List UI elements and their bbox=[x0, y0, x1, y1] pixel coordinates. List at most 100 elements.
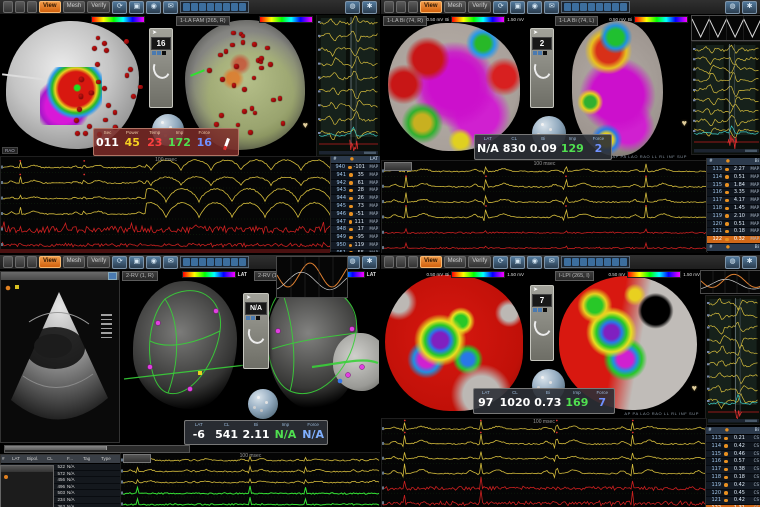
snapshot-icon[interactable]: ◉ bbox=[146, 1, 161, 14]
egm-review-panel[interactable] bbox=[705, 295, 760, 425]
point-row[interactable]: 1163.35MAP bbox=[707, 189, 760, 197]
settings-icon[interactable]: ✱ bbox=[742, 256, 757, 269]
point-row[interactable]: 94426MAP bbox=[331, 195, 380, 203]
bipolar-colorbar[interactable]: 0.50 mV Bi bbox=[609, 16, 688, 23]
bipolar-colorbar[interactable]: 0.50 mV 1.50 mV bbox=[608, 271, 700, 278]
point-row[interactable]: 1132.27MAP bbox=[707, 166, 760, 174]
toolbar-mini-button[interactable] bbox=[3, 1, 13, 13]
realtime-signals-panel[interactable]: 100 msec bbox=[120, 452, 380, 507]
point-row[interactable]: 1181.45MAP bbox=[707, 205, 760, 213]
egm-review-panel[interactable] bbox=[316, 14, 380, 157]
toolbar-mini-button[interactable] bbox=[384, 1, 394, 13]
point-row[interactable]: 94573MAP bbox=[331, 203, 380, 211]
egm-review-panel[interactable] bbox=[691, 41, 760, 155]
tool-window-titlebar[interactable] bbox=[1, 466, 53, 472]
point-row[interactable]: 1170.38CS bbox=[706, 466, 760, 474]
connect-icon[interactable]: ◍ bbox=[345, 1, 360, 14]
orientation-buttons[interactable]: AP PA LAO RAO LL RL INF SUP bbox=[612, 154, 687, 159]
point-row[interactable]: 1210.18MAP bbox=[707, 228, 760, 236]
toolbar-mini-button[interactable] bbox=[3, 256, 13, 268]
map-selector[interactable]: 2-RV (1, R) bbox=[122, 271, 158, 281]
realtime-signals-panel[interactable]: 100 msec bbox=[381, 160, 708, 253]
annotation-segment-control[interactable] bbox=[561, 256, 630, 268]
point-row[interactable]: 1190.42CS bbox=[706, 482, 760, 490]
point-row[interactable]: 1130.21CS bbox=[706, 435, 760, 443]
point-row[interactable]: 1210.42CS bbox=[706, 497, 760, 505]
verify-button[interactable]: Verify bbox=[468, 256, 491, 268]
point-row[interactable]: 1140.51MAP bbox=[707, 174, 760, 182]
toolbar-mini-button[interactable] bbox=[396, 256, 406, 268]
view-mode-button[interactable]: View bbox=[39, 1, 61, 13]
verify-button[interactable]: Verify bbox=[87, 256, 110, 268]
view-mode-button[interactable]: View bbox=[420, 1, 442, 13]
map-selector[interactable]: I-LPI (265, I) bbox=[555, 271, 594, 281]
map-selector[interactable]: 1-LA Bi (74, R) bbox=[383, 16, 427, 26]
map-selector[interactable]: 1-LA FAM (265, R) bbox=[176, 16, 230, 26]
map-view-fam-left[interactable]: 2-RV (1, R) LAT bbox=[120, 269, 250, 421]
toolbar-mini-button[interactable] bbox=[27, 1, 37, 13]
toolbar-mini-button[interactable] bbox=[15, 1, 25, 13]
point-row[interactable]: 94817MAP bbox=[331, 226, 380, 234]
signal-preset-dropdown[interactable] bbox=[123, 454, 151, 463]
point-row[interactable]: 1200.45CS bbox=[706, 490, 760, 498]
ultrasound-window-button[interactable] bbox=[108, 272, 117, 280]
layout-icon[interactable]: ▣ bbox=[129, 1, 144, 14]
layout-icon[interactable]: ▣ bbox=[129, 256, 144, 269]
horizontal-scrollbar[interactable] bbox=[4, 445, 190, 453]
verify-button[interactable]: Verify bbox=[87, 1, 110, 13]
point-row[interactable]: 1174.17MAP bbox=[707, 197, 760, 205]
mesh-button[interactable]: Mesh bbox=[444, 256, 467, 268]
message-icon[interactable]: ✉ bbox=[544, 1, 559, 14]
annotation-segment-control[interactable] bbox=[561, 1, 630, 13]
toolbar-mini-button[interactable] bbox=[408, 1, 418, 13]
layout-icon[interactable]: ▣ bbox=[510, 256, 525, 269]
verify-button[interactable]: Verify bbox=[468, 1, 491, 13]
toolbar-mini-button[interactable] bbox=[384, 256, 394, 268]
snapshot-icon[interactable]: ◉ bbox=[527, 1, 542, 14]
toolbar-mini-button[interactable] bbox=[408, 256, 418, 268]
floating-tool-window[interactable] bbox=[0, 465, 54, 507]
settings-icon[interactable]: ✱ bbox=[362, 256, 377, 269]
bipolar-colorbar[interactable]: 0.50 mV Bi 1.50 mV bbox=[426, 271, 524, 278]
toolbar-mini-button[interactable] bbox=[396, 1, 406, 13]
toolbar-mini-button[interactable] bbox=[27, 256, 37, 268]
point-row[interactable]: 949-95MAP bbox=[331, 234, 380, 242]
point-row[interactable]: 1151.84MAP bbox=[707, 182, 760, 190]
toolbar-mini-button[interactable] bbox=[15, 256, 25, 268]
point-row[interactable]: 940-101MAP bbox=[331, 164, 380, 172]
snapshot-icon[interactable]: ◉ bbox=[146, 256, 161, 269]
refresh-icon[interactable]: ⟳ bbox=[112, 256, 127, 269]
lat-colorbar[interactable] bbox=[259, 16, 313, 23]
mesh-button[interactable]: Mesh bbox=[63, 1, 86, 13]
annotation-segment-control[interactable] bbox=[180, 256, 249, 268]
scrollbar-thumb[interactable] bbox=[5, 446, 107, 450]
realtime-signals-panel[interactable]: 100 msec bbox=[0, 156, 332, 251]
view-mode-button[interactable]: View bbox=[39, 256, 61, 268]
point-row[interactable]: 1140.42CS bbox=[706, 443, 760, 451]
point-row[interactable]: 946-51MAP bbox=[331, 211, 380, 219]
signal-preset-dropdown[interactable] bbox=[384, 162, 412, 171]
point-row[interactable]: 94135MAP bbox=[331, 172, 380, 180]
refresh-icon[interactable]: ⟳ bbox=[493, 256, 508, 269]
point-row[interactable]: 1220.32MAP bbox=[707, 236, 760, 244]
lat-colorbar[interactable]: LAT bbox=[182, 271, 247, 278]
message-icon[interactable]: ✉ bbox=[163, 1, 178, 14]
snapshot-icon[interactable]: ◉ bbox=[527, 256, 542, 269]
point-row[interactable]: 951-55MAP bbox=[331, 250, 380, 252]
mesh-button[interactable]: Mesh bbox=[444, 1, 467, 13]
mesh-button[interactable]: Mesh bbox=[63, 256, 86, 268]
point-row[interactable]: 950119MAP bbox=[331, 242, 380, 250]
connect-icon[interactable]: ◍ bbox=[725, 1, 740, 14]
point-row[interactable]: 94328MAP bbox=[331, 187, 380, 195]
view-mode-button[interactable]: View bbox=[420, 256, 442, 268]
map-selector[interactable]: 1-LA Bi (74, L) bbox=[555, 16, 598, 26]
lat-colorbar[interactable] bbox=[91, 16, 145, 23]
refresh-icon[interactable]: ⟳ bbox=[493, 1, 508, 14]
point-row[interactable]: 94261MAP bbox=[331, 180, 380, 188]
point-row[interactable]: 1150.46CS bbox=[706, 451, 760, 459]
point-row[interactable]: 1180.18CS bbox=[706, 474, 760, 482]
settings-icon[interactable]: ✱ bbox=[362, 1, 377, 14]
bipolar-colorbar[interactable]: 0.50 mV Bi 1.50 mV bbox=[426, 16, 524, 23]
orientation-buttons[interactable]: AP PA LAO RAO LL RL INF SUP bbox=[624, 411, 699, 416]
point-row[interactable]: 1160.57CS bbox=[706, 458, 760, 466]
